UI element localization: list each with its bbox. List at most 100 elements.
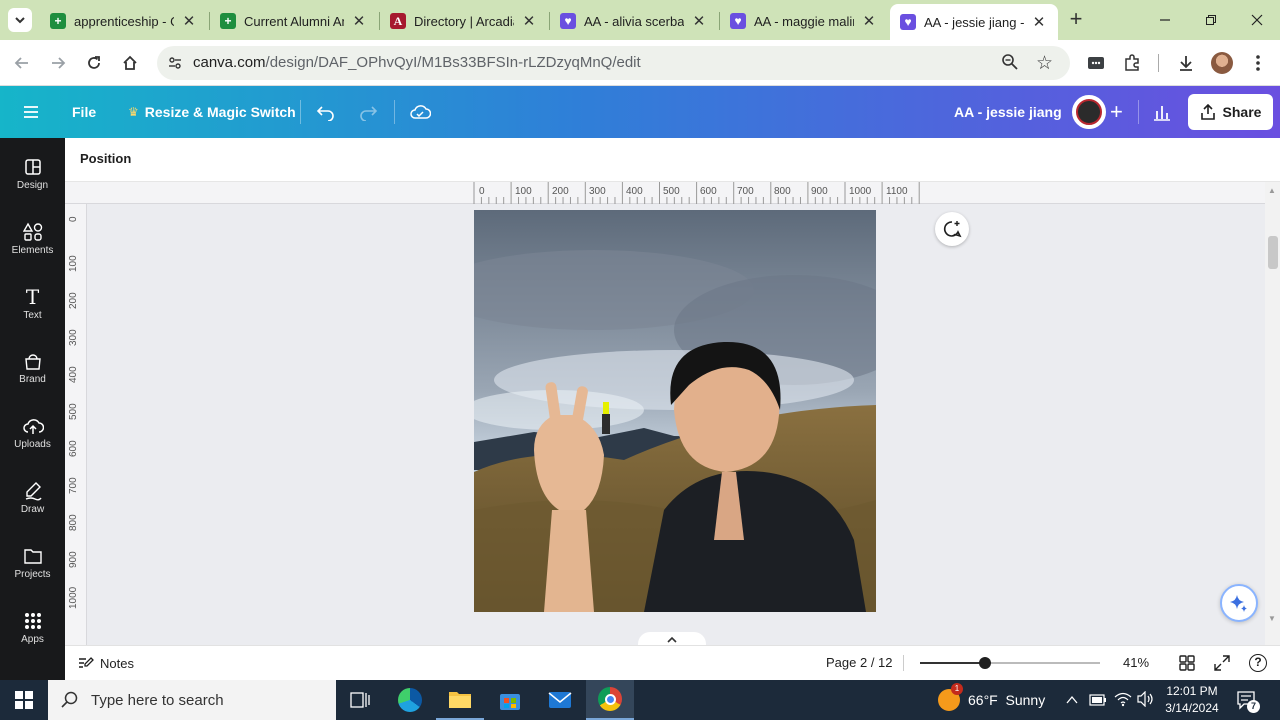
extension-button[interactable] <box>1082 49 1110 77</box>
sidebar-item-projects[interactable]: Projects <box>0 543 65 593</box>
scroll-down-arrow[interactable]: ▼ <box>1268 614 1276 623</box>
ruler-label: 1000 <box>68 586 79 609</box>
start-button[interactable] <box>0 680 48 720</box>
edge-app[interactable] <box>386 680 434 720</box>
close-icon[interactable]: ✕ <box>860 12 878 30</box>
url-text[interactable]: canva.com/design/DAF_OPhvQyI/M1Bs33BFSIn… <box>193 54 641 71</box>
sidebar-item-label: Draw <box>20 504 45 515</box>
browser-tab-active[interactable]: ♥ AA - jessie jiang - I ✕ <box>890 4 1058 40</box>
cloud-check-icon <box>410 105 431 119</box>
taskbar-search-input[interactable]: Type here to search <box>48 680 336 720</box>
weather-widget[interactable]: 1 66°F Sunny <box>938 680 1045 720</box>
close-icon[interactable]: ✕ <box>350 12 368 30</box>
save-status-button[interactable] <box>409 86 431 138</box>
resize-magic-switch-button[interactable]: ♛ Resize & Magic Switch <box>128 86 296 138</box>
browser-tab[interactable]: A Directory | Arcadia ✕ <box>380 6 548 36</box>
task-view-button[interactable] <box>336 680 384 720</box>
microsoft-store-app[interactable] <box>486 680 534 720</box>
page-indicator[interactable]: Page 2 / 12 <box>826 655 893 670</box>
file-explorer-app[interactable] <box>436 680 484 720</box>
reload-button[interactable] <box>80 49 108 77</box>
sidebar-item-brand[interactable]: Brand <box>0 348 65 398</box>
zoom-slider-thumb[interactable] <box>979 657 991 669</box>
mail-app[interactable] <box>536 680 584 720</box>
chrome-app[interactable] <box>586 680 634 720</box>
magic-assistant-button[interactable] <box>1220 584 1258 622</box>
design-icon <box>24 159 41 175</box>
restore-icon <box>1206 15 1216 25</box>
network-status[interactable] <box>1114 691 1132 712</box>
browser-tab[interactable]: ♥ AA - maggie malin ✕ <box>720 6 888 36</box>
tab-search-button[interactable] <box>8 8 32 32</box>
downloads-button[interactable] <box>1172 49 1200 77</box>
share-button[interactable]: Share <box>1188 94 1273 130</box>
volume-control[interactable] <box>1137 690 1155 712</box>
close-icon[interactable]: ✕ <box>690 12 708 30</box>
design-title[interactable]: AA - jessie jiang <box>954 86 1062 138</box>
close-icon[interactable]: ✕ <box>180 12 198 30</box>
browser-tab[interactable]: + Current Alumni Am ✕ <box>210 6 378 36</box>
add-comment-button[interactable] <box>935 212 969 246</box>
browser-tab[interactable]: ♥ AA - alivia scerba ✕ <box>550 6 718 36</box>
vertical-scrollbar[interactable]: ▲ ▼ <box>1265 182 1280 645</box>
minimize-button[interactable] <box>1150 6 1180 34</box>
restore-button[interactable] <box>1196 6 1226 34</box>
zoom-slider[interactable] <box>920 657 1100 669</box>
clock[interactable]: 12:01 PM 3/14/2024 <box>1160 683 1224 717</box>
file-menu-button[interactable]: File <box>72 86 96 138</box>
address-bar[interactable]: canva.com/design/DAF_OPhvQyI/M1Bs33BFSIn… <box>157 46 1070 80</box>
ruler-label: 900 <box>68 551 79 568</box>
back-button[interactable] <box>8 49 36 77</box>
close-icon[interactable]: ✕ <box>520 12 538 30</box>
grid-view-button[interactable] <box>1179 655 1195 674</box>
hide-pages-toggle[interactable] <box>638 632 706 645</box>
close-window-button[interactable] <box>1242 6 1272 34</box>
home-icon <box>123 55 137 70</box>
position-button[interactable]: Position <box>80 151 131 166</box>
sparkle-icon <box>1230 595 1247 612</box>
notes-button[interactable]: Notes <box>78 655 134 671</box>
extensions-button[interactable] <box>1118 49 1146 77</box>
bookmark-button[interactable]: ☆ <box>1036 52 1056 74</box>
sidebar-item-apps[interactable]: Apps <box>0 608 65 658</box>
ruler-label: 700 <box>737 186 754 197</box>
help-button[interactable]: ? <box>1249 654 1267 672</box>
fullscreen-button[interactable] <box>1214 655 1230 674</box>
sidebar-item-draw[interactable]: Draw <box>0 478 65 528</box>
show-hidden-icons-button[interactable] <box>1066 692 1078 710</box>
site-info-button[interactable] <box>163 51 187 75</box>
new-tab-button[interactable]: + <box>1064 8 1088 32</box>
undo-button[interactable] <box>316 86 336 138</box>
canva-heart-icon: ♥ <box>730 13 746 29</box>
profile-avatar[interactable] <box>1211 52 1233 74</box>
zoom-level[interactable]: 41% <box>1123 655 1149 670</box>
sidebar-item-uploads[interactable]: Uploads <box>0 413 65 463</box>
zoom-button[interactable] <box>1001 53 1021 73</box>
browser-toolbar: canva.com/design/DAF_OPhvQyI/M1Bs33BFSIn… <box>0 40 1280 86</box>
sidebar-item-label: Projects <box>14 569 51 580</box>
sidebar-item-design[interactable]: Design <box>0 154 65 204</box>
insights-button[interactable] <box>1152 86 1172 138</box>
sidebar-item-text[interactable]: T Text <box>0 284 65 334</box>
weather-sun-icon: 1 <box>938 683 963 711</box>
user-avatar[interactable] <box>1072 95 1106 129</box>
redo-button[interactable] <box>358 86 378 138</box>
browser-tab[interactable]: + apprenticeship - Go ✕ <box>40 6 208 36</box>
scrollbar-thumb[interactable] <box>1268 236 1278 269</box>
design-page-photo[interactable] <box>474 210 876 612</box>
ruler-label: 100 <box>68 255 79 272</box>
chrome-menu-button[interactable] <box>1244 49 1272 77</box>
ruler-label: 200 <box>68 292 79 309</box>
battery-status[interactable] <box>1089 693 1107 711</box>
canvas-workspace[interactable]: 0 100 200 300 400 500 600 700 800 900 10… <box>65 182 1265 645</box>
ruler-label: 0 <box>68 216 79 222</box>
sidebar-item-elements[interactable]: Elements <box>0 219 65 269</box>
main-menu-button[interactable] <box>22 86 44 138</box>
tab-title: Current Alumni Am <box>244 13 344 29</box>
close-icon[interactable]: ✕ <box>1030 13 1048 31</box>
home-button[interactable] <box>116 49 144 77</box>
notification-center-button[interactable]: 7 <box>1236 689 1260 716</box>
add-collaborator-button[interactable]: + <box>1110 86 1123 138</box>
forward-button[interactable] <box>44 49 72 77</box>
scroll-up-arrow[interactable]: ▲ <box>1268 186 1276 195</box>
